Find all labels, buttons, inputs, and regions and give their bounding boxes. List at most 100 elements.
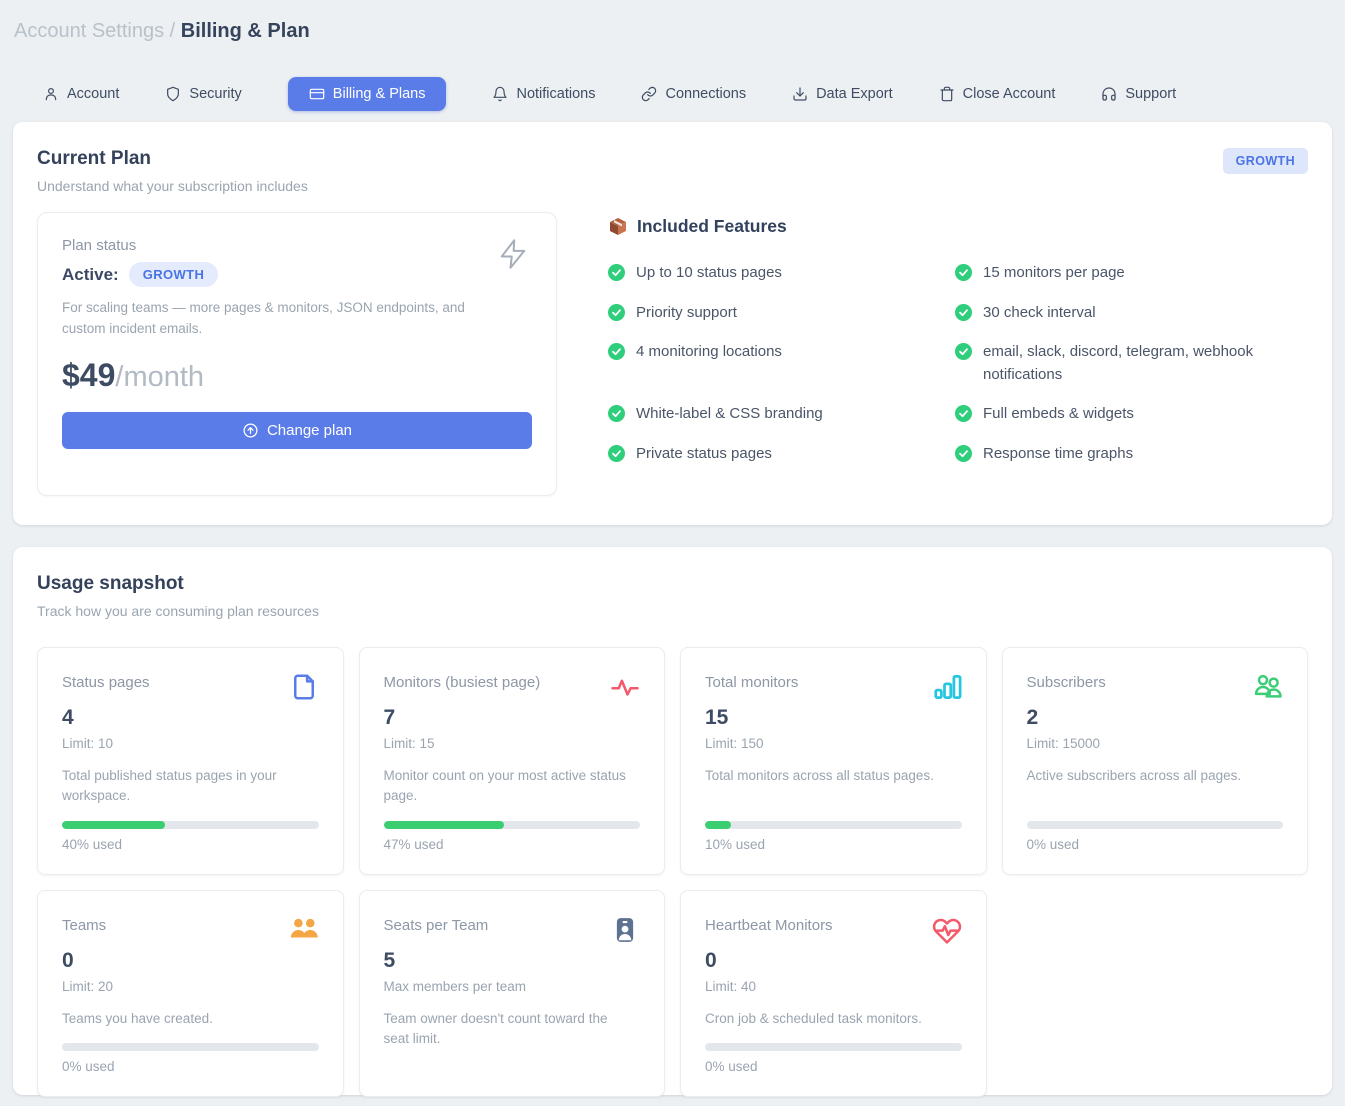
download-icon: [792, 86, 808, 102]
usage-description: Total monitors across all status pages.: [705, 766, 962, 786]
billing-settings-page: Account Settings / Billing & Plan Accoun…: [0, 0, 1345, 1095]
usage-limit: Max members per team: [384, 979, 641, 994]
contact-card-icon: [610, 915, 640, 945]
lightning-icon: [498, 237, 528, 276]
feature-item: White-label & CSS branding: [608, 403, 955, 426]
usage-value: 0: [62, 949, 319, 973]
usage-percent-label: 0% used: [705, 1059, 962, 1074]
tab-data-export[interactable]: Data Export: [792, 77, 893, 111]
users-outline-icon: [1253, 672, 1283, 702]
usage-snapshot-panel: Usage snapshot Track how you are consumi…: [13, 547, 1332, 1095]
feature-label: 30 check interval: [983, 302, 1096, 325]
tab-connections[interactable]: Connections: [641, 77, 746, 111]
feature-item: 15 monitors per page: [955, 262, 1308, 285]
person-icon: [43, 86, 59, 102]
tab-notifications[interactable]: Notifications: [492, 77, 595, 111]
usage-card-subscribers: Subscribers 2 Limit: 15000 Active subscr…: [1002, 647, 1309, 875]
feature-label: 4 monitoring locations: [636, 341, 782, 364]
usage-value: 4: [62, 706, 319, 730]
plan-status-card: Plan status Active: GROWTH For scaling t…: [37, 212, 557, 496]
usage-description: Total published status pages in your wor…: [62, 766, 319, 807]
usage-card-monitors-busiest: Monitors (busiest page) 7 Limit: 15 Moni…: [359, 647, 666, 875]
heart-pulse-icon: [932, 915, 962, 945]
change-plan-button[interactable]: Change plan: [62, 412, 532, 449]
tab-support[interactable]: Support: [1101, 77, 1176, 111]
feature-item: email, slack, discord, telegram, webhook…: [955, 341, 1308, 386]
usage-limit: Limit: 150: [705, 736, 962, 751]
tab-label: Data Export: [816, 86, 893, 102]
plan-description: For scaling teams — more pages & monitor…: [62, 298, 472, 340]
check-circle-icon: [955, 405, 972, 422]
usage-card-title: Subscribers: [1027, 672, 1106, 691]
page-title: Billing & Plan: [181, 20, 310, 42]
feature-item: Private status pages: [608, 443, 955, 466]
feature-item: Response time graphs: [955, 443, 1308, 466]
plan-price: $49 /month: [62, 357, 532, 394]
usage-limit: Limit: 15000: [1027, 736, 1284, 751]
usage-limit: Limit: 40: [705, 979, 962, 994]
progress-bar: [705, 821, 962, 829]
check-circle-icon: [608, 343, 625, 360]
progress-bar: [62, 821, 319, 829]
feature-item: 30 check interval: [955, 302, 1308, 325]
plan-tier-pill: GROWTH: [129, 262, 219, 287]
feature-item: Full embeds & widgets: [955, 403, 1308, 426]
feature-label: Response time graphs: [983, 443, 1133, 466]
usage-card-heartbeat-monitors: Heartbeat Monitors 0 Limit: 40 Cron job …: [680, 890, 987, 1097]
included-features: Included Features Up to 10 status pages …: [608, 212, 1308, 496]
usage-title: Usage snapshot: [37, 573, 1308, 595]
usage-value: 0: [705, 949, 962, 973]
usage-percent-label: 0% used: [62, 1059, 319, 1074]
check-circle-icon: [608, 405, 625, 422]
tab-label: Notifications: [516, 86, 595, 102]
check-circle-icon: [955, 343, 972, 360]
headset-icon: [1101, 86, 1117, 102]
tab-label: Billing & Plans: [333, 86, 426, 102]
bell-icon: [492, 86, 508, 102]
tab-billing-plans[interactable]: Billing & Plans: [288, 77, 447, 111]
usage-card-seats-per-team: Seats per Team 5 Max members per team Te…: [359, 890, 666, 1097]
progress-bar: [1027, 821, 1284, 829]
progress-bar: [705, 1043, 962, 1051]
usage-card-teams: Teams 0 Limit: 20 Teams you have created…: [37, 890, 344, 1097]
usage-card-title: Monitors (busiest page): [384, 672, 541, 691]
usage-card-title: Total monitors: [705, 672, 798, 691]
feature-label: Priority support: [636, 302, 737, 325]
upgrade-circle-arrow-icon: [242, 422, 259, 439]
feature-label: 15 monitors per page: [983, 262, 1125, 285]
tab-close-account[interactable]: Close Account: [939, 77, 1056, 111]
check-circle-icon: [955, 445, 972, 462]
feature-label: Up to 10 status pages: [636, 262, 782, 285]
usage-description: Teams you have created.: [62, 1009, 319, 1029]
usage-card-title: Status pages: [62, 672, 150, 691]
feature-label: Full embeds & widgets: [983, 403, 1134, 426]
plan-active-label: Active:: [62, 265, 119, 285]
usage-value: 7: [384, 706, 641, 730]
usage-value: 5: [384, 949, 641, 973]
breadcrumb-section[interactable]: Account Settings /: [14, 20, 175, 42]
usage-limit: Limit: 15: [384, 736, 641, 751]
usage-percent-label: 47% used: [384, 837, 641, 852]
plan-badge: GROWTH: [1223, 148, 1308, 174]
current-plan-panel: Current Plan Understand what your subscr…: [13, 122, 1332, 525]
current-plan-title: Current Plan: [37, 148, 308, 170]
tab-label: Account: [67, 86, 119, 102]
progress-bar: [384, 821, 641, 829]
tab-label: Security: [189, 86, 241, 102]
usage-percent-label: 40% used: [62, 837, 319, 852]
usage-card-status-pages: Status pages 4 Limit: 10 Total published…: [37, 647, 344, 875]
progress-bar: [62, 1043, 319, 1051]
activity-icon: [610, 672, 640, 702]
check-circle-icon: [608, 304, 625, 321]
feature-item: Up to 10 status pages: [608, 262, 955, 285]
tab-security[interactable]: Security: [165, 77, 241, 111]
usage-value: 2: [1027, 706, 1284, 730]
usage-description: Team owner doesn't count toward the seat…: [384, 1009, 641, 1050]
tab-label: Close Account: [963, 86, 1056, 102]
tab-account[interactable]: Account: [43, 77, 119, 111]
usage-card-title: Seats per Team: [384, 915, 489, 934]
usage-value: 15: [705, 706, 962, 730]
feature-item: Priority support: [608, 302, 955, 325]
package-icon: [608, 216, 628, 237]
users-filled-icon: [289, 915, 319, 945]
